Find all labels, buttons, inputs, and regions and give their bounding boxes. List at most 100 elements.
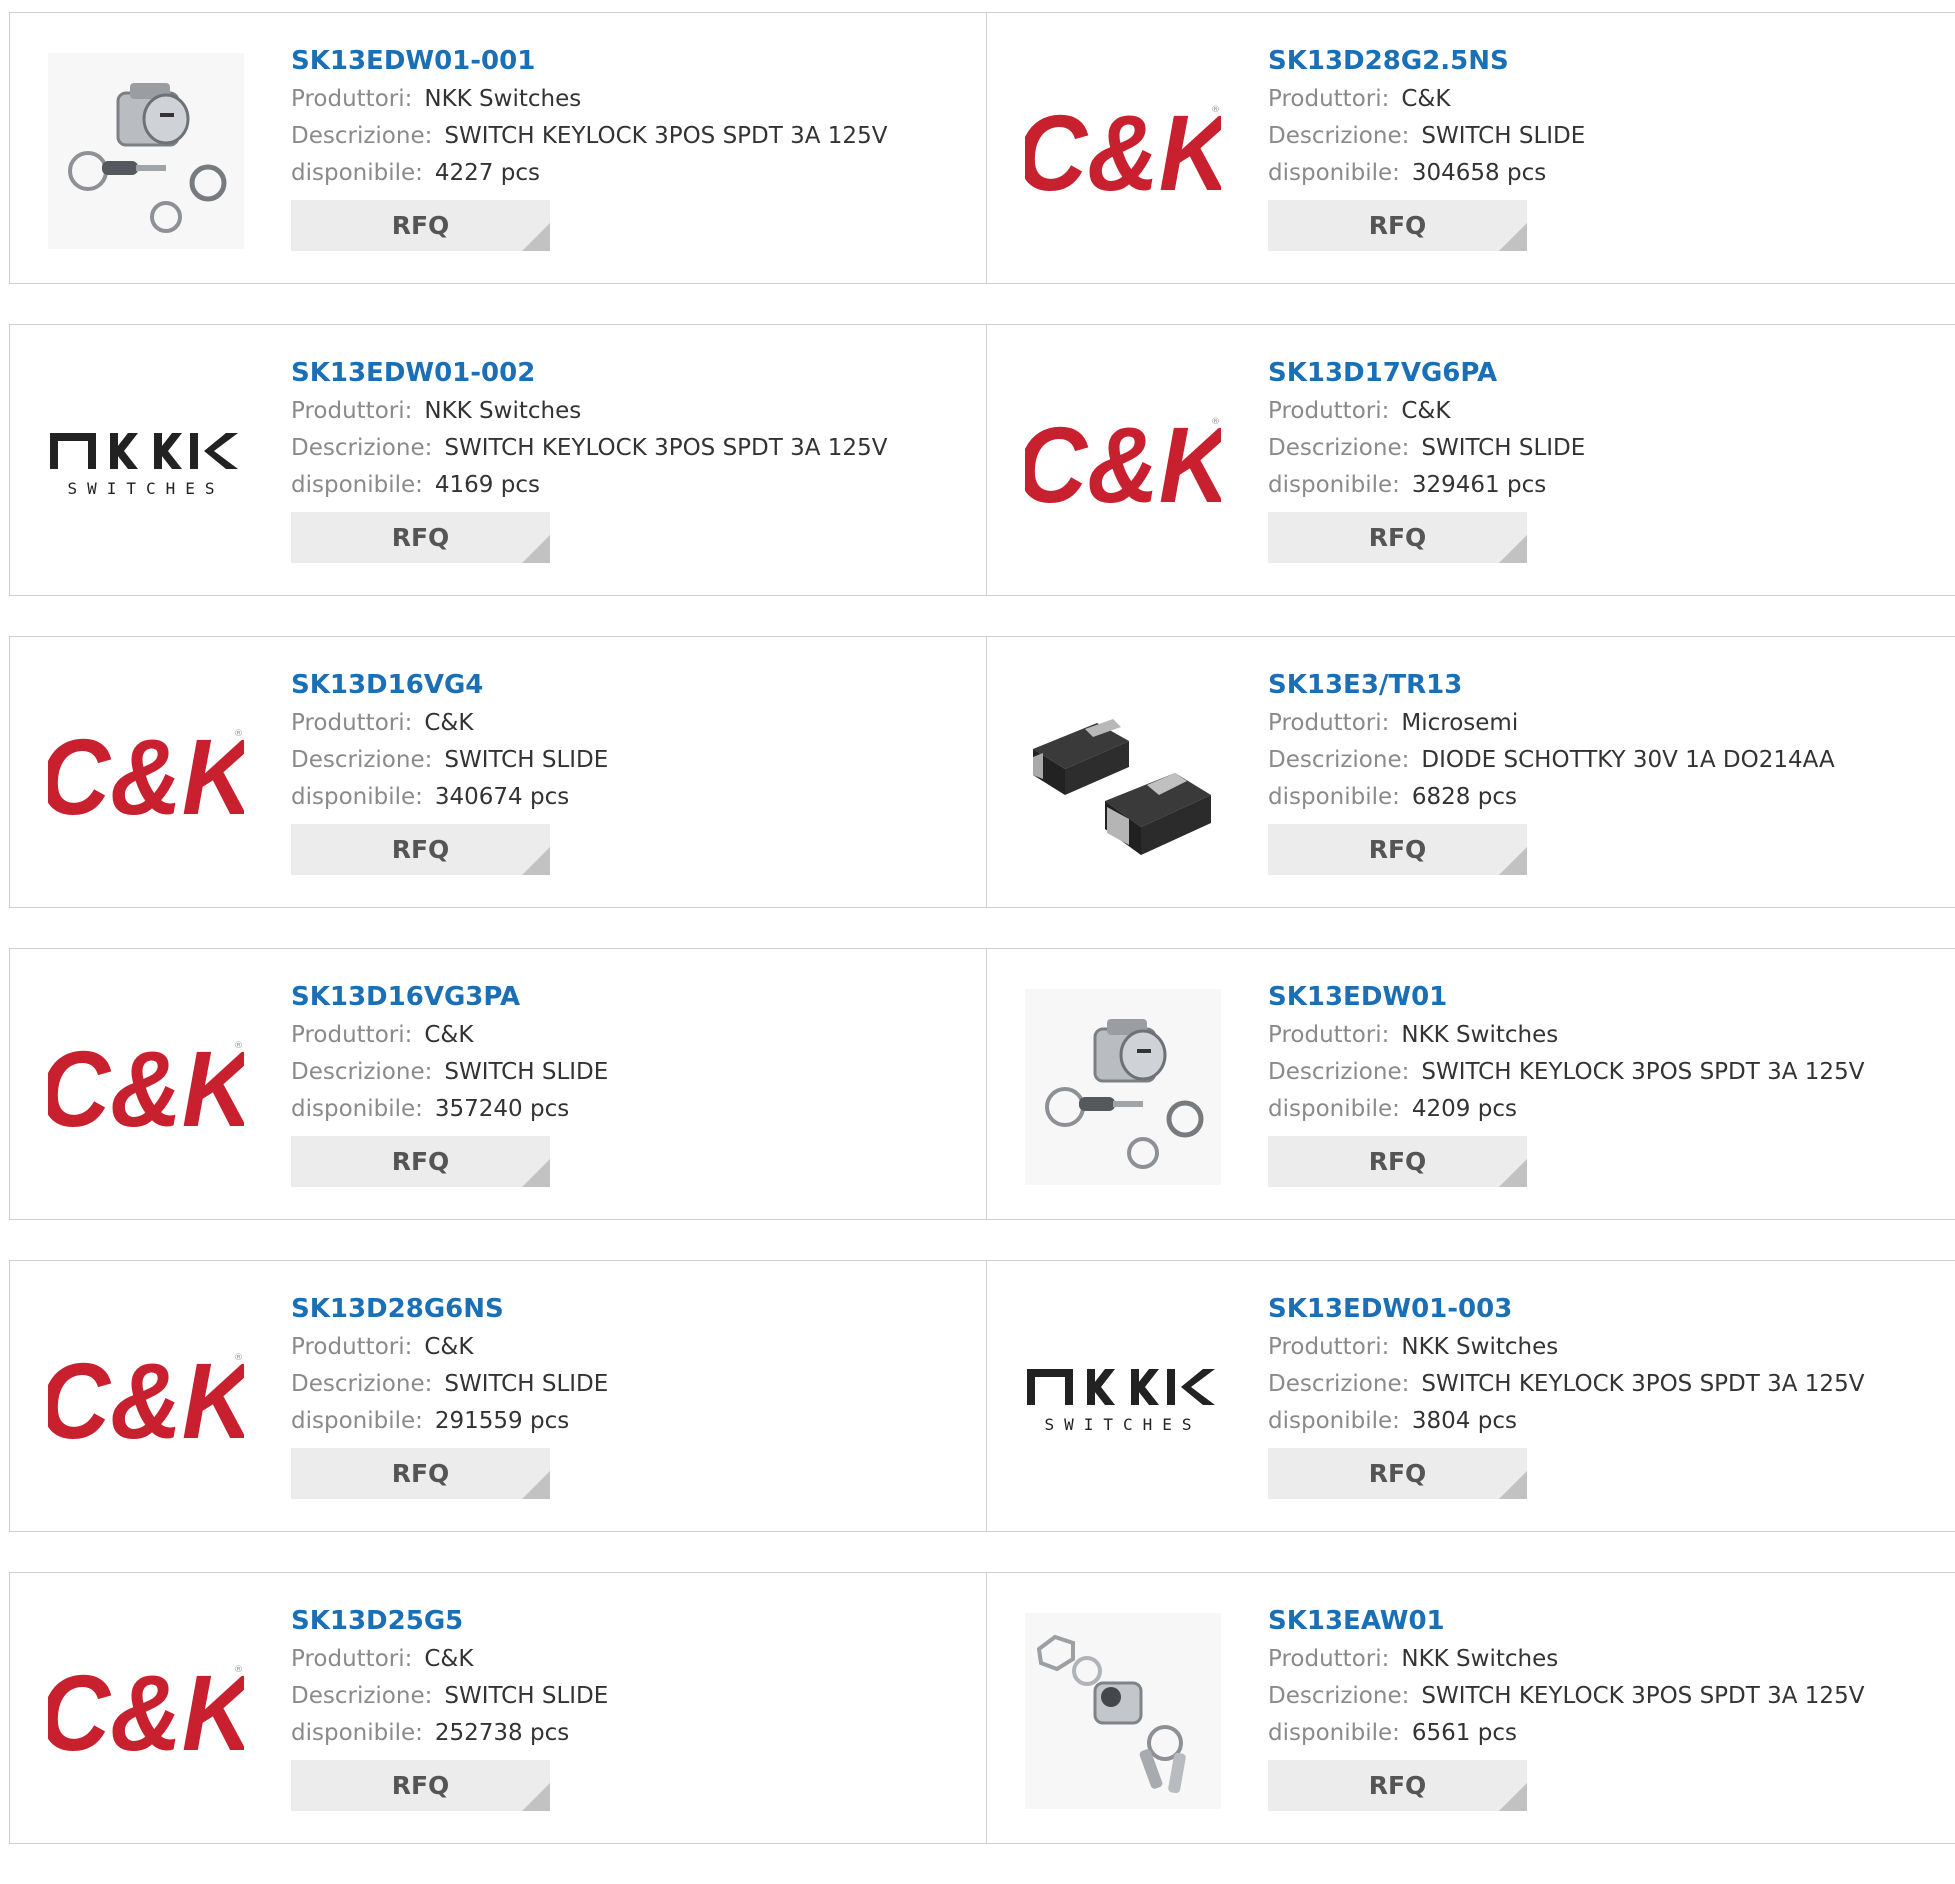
manufacturer-value: NKK Switches [424, 86, 582, 112]
manufacturer-row: Produttori: Microsemi [1268, 705, 1928, 742]
description-value: SWITCH KEYLOCK 3POS SPDT 3A 125V [1421, 1683, 1865, 1709]
product-row: C&K ® SK13D25G5 Produttori: C&K Descrizio… [9, 1572, 1955, 1844]
svg-text:®: ® [234, 1665, 243, 1675]
rfq-button[interactable]: RFQ [291, 512, 550, 563]
part-number-link[interactable]: SK13D16VG4 [291, 667, 951, 705]
keylock-switch-photo [1025, 989, 1221, 1185]
manufacturer-value: C&K [424, 1022, 474, 1048]
part-number-link[interactable]: SK13D16VG3PA [291, 979, 951, 1017]
part-number-link[interactable]: SK13E3/TR13 [1268, 667, 1928, 705]
rfq-label: RFQ [391, 1147, 450, 1176]
corner-triangle-icon [1499, 223, 1527, 251]
product-card: SK13EDW01-001 Produttori: NKK Switches De… [10, 13, 987, 283]
product-image[interactable] [1025, 677, 1221, 873]
rfq-button[interactable]: RFQ [1268, 200, 1527, 251]
product-image[interactable]: C&K ® [1025, 365, 1221, 561]
part-number-link[interactable]: SK13EDW01-002 [291, 355, 951, 393]
product-card: C&K ® SK13D16VG4 Produttori: C&K Descrizi… [10, 637, 987, 907]
product-image[interactable]: C&K ® [48, 1301, 244, 1497]
availability-label: disponibile: [291, 1096, 423, 1122]
manufacturer-label: Produttori: [291, 710, 413, 736]
keylock-switch-photo [1025, 1613, 1221, 1809]
description-row: Descrizione: SWITCH SLIDE [1268, 430, 1928, 467]
part-number-link[interactable]: SK13EDW01 [1268, 979, 1928, 1017]
part-number-link[interactable]: SK13D28G2.5NS [1268, 43, 1928, 81]
manufacturer-label: Produttori: [291, 1334, 413, 1360]
product-card: C&K ® SK13D25G5 Produttori: C&K Descrizio… [10, 1573, 987, 1843]
svg-text:C&K: C&K [48, 1032, 244, 1142]
svg-text:C&K: C&K [1025, 96, 1221, 206]
rfq-label: RFQ [391, 211, 450, 240]
manufacturer-value: C&K [424, 710, 474, 736]
description-row: Descrizione: SWITCH SLIDE [291, 1054, 951, 1091]
product-card: SK13EDW01 Produttori: NKK Switches Descri… [987, 949, 1955, 1219]
part-number-link[interactable]: SK13EAW01 [1268, 1603, 1928, 1641]
svg-text:C&K: C&K [1025, 408, 1221, 518]
product-image[interactable]: SWITCHES [1025, 1301, 1221, 1497]
svg-text:C&K: C&K [48, 720, 244, 830]
corner-triangle-icon [1499, 847, 1527, 875]
product-image[interactable] [1025, 989, 1221, 1185]
availability-row: disponibile: 357240 pcs [291, 1091, 951, 1128]
rfq-button[interactable]: RFQ [1268, 512, 1527, 563]
rfq-label: RFQ [391, 1459, 450, 1488]
rfq-button[interactable]: RFQ [1268, 824, 1527, 875]
part-number-link[interactable]: SK13EDW01-001 [291, 43, 951, 81]
rfq-button[interactable]: RFQ [291, 200, 550, 251]
rfq-button[interactable]: RFQ [291, 1760, 550, 1811]
description-value: SWITCH KEYLOCK 3POS SPDT 3A 125V [1421, 1059, 1865, 1085]
part-number-link[interactable]: SK13D28G6NS [291, 1291, 951, 1329]
availability-label: disponibile: [291, 1408, 423, 1434]
product-image[interactable] [48, 53, 244, 249]
rfq-label: RFQ [1368, 1147, 1427, 1176]
description-row: Descrizione: SWITCH KEYLOCK 3POS SPDT 3A … [291, 118, 951, 155]
rfq-button[interactable]: RFQ [1268, 1136, 1527, 1187]
availability-label: disponibile: [291, 472, 423, 498]
manufacturer-row: Produttori: C&K [291, 705, 951, 742]
svg-text:SWITCHES: SWITCHES [1044, 1415, 1201, 1434]
ck-logo: C&K ® [48, 1344, 244, 1454]
product-row: C&K ® SK13D16VG3PA Produttori: C&K Descri… [9, 948, 1955, 1220]
manufacturer-row: Produttori: C&K [291, 1641, 951, 1678]
product-row: C&K ® SK13D16VG4 Produttori: C&K Descrizi… [9, 636, 1955, 908]
product-card: SK13E3/TR13 Produttori: Microsemi Descriz… [987, 637, 1955, 907]
description-label: Descrizione: [291, 1371, 433, 1397]
product-image[interactable] [1025, 1613, 1221, 1809]
product-info: SK13D16VG4 Produttori: C&K Descrizione: SW… [291, 667, 951, 875]
product-image[interactable]: SWITCHES [48, 365, 244, 561]
description-value: SWITCH KEYLOCK 3POS SPDT 3A 125V [1421, 1371, 1865, 1397]
corner-triangle-icon [1499, 535, 1527, 563]
rfq-button[interactable]: RFQ [1268, 1448, 1527, 1499]
product-info: SK13D28G6NS Produttori: C&K Descrizione: S… [291, 1291, 951, 1499]
availability-row: disponibile: 6828 pcs [1268, 779, 1928, 816]
availability-row: disponibile: 252738 pcs [291, 1715, 951, 1752]
rfq-button[interactable]: RFQ [1268, 1760, 1527, 1811]
product-image[interactable]: C&K ® [48, 677, 244, 873]
rfq-button[interactable]: RFQ [291, 1448, 550, 1499]
product-card: C&K ® SK13D28G2.5NS Produttori: C&K Descr… [987, 13, 1955, 283]
manufacturer-label: Produttori: [1268, 710, 1390, 736]
part-number-link[interactable]: SK13D17VG6PA [1268, 355, 1928, 393]
ck-logo: C&K ® [1025, 408, 1221, 518]
product-image[interactable]: C&K ® [48, 989, 244, 1185]
description-row: Descrizione: SWITCH SLIDE [1268, 118, 1928, 155]
product-image[interactable]: C&K ® [1025, 53, 1221, 249]
manufacturer-label: Produttori: [291, 1646, 413, 1672]
availability-row: disponibile: 329461 pcs [1268, 467, 1928, 504]
corner-triangle-icon [1499, 1783, 1527, 1811]
manufacturer-label: Produttori: [291, 1022, 413, 1048]
manufacturer-label: Produttori: [291, 398, 413, 424]
rfq-label: RFQ [391, 523, 450, 552]
part-number-link[interactable]: SK13D25G5 [291, 1603, 951, 1641]
part-number-link[interactable]: SK13EDW01-003 [1268, 1291, 1928, 1329]
description-value: SWITCH SLIDE [444, 1059, 609, 1085]
rfq-button[interactable]: RFQ [291, 824, 550, 875]
rfq-label: RFQ [391, 1771, 450, 1800]
availability-row: disponibile: 3804 pcs [1268, 1403, 1928, 1440]
product-image[interactable]: C&K ® [48, 1613, 244, 1809]
product-info: SK13EDW01-003 Produttori: NKK Switches De… [1268, 1291, 1928, 1499]
svg-text:®: ® [234, 1041, 243, 1051]
manufacturer-label: Produttori: [1268, 1022, 1390, 1048]
rfq-button[interactable]: RFQ [291, 1136, 550, 1187]
corner-triangle-icon [522, 847, 550, 875]
